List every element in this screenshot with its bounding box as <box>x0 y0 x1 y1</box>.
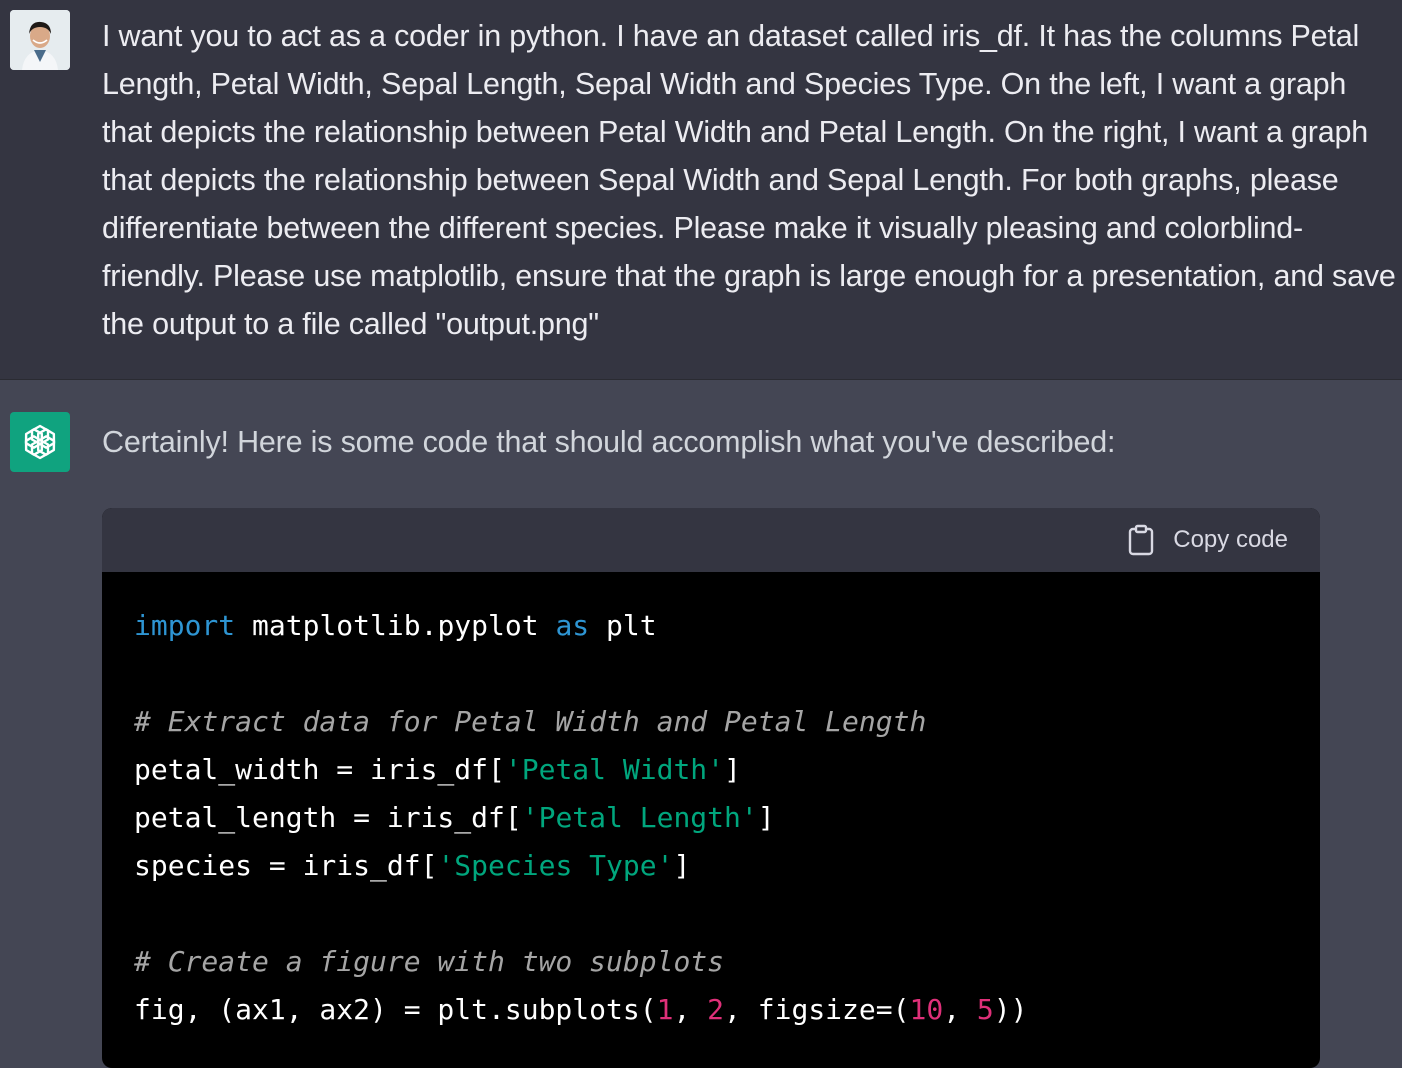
user-avatar <box>10 10 70 70</box>
code-text: species = iris_df[ <box>134 849 438 882</box>
code-text: petal_width = iris_df[ <box>134 753 505 786</box>
code-string: 'Petal Width' <box>504 753 725 786</box>
copy-code-label: Copy code <box>1173 526 1288 553</box>
code-line-4: petal_width = iris_df['Petal Width'] <box>134 746 1320 794</box>
code-text: plt <box>589 609 657 642</box>
code-number: 1 <box>656 993 674 1026</box>
assistant-message: Certainly! Here is some code that should… <box>0 380 1402 1068</box>
code-keyword: as <box>555 609 590 642</box>
code-line-6: species = iris_df['Species Type'] <box>134 842 1320 890</box>
code-line-9: fig, (ax1, ax2) = plt.subplots(1, 2, fig… <box>134 986 1320 1034</box>
clipboard-icon <box>1129 524 1154 556</box>
code-line-1: import matplotlib.pyplot as plt <box>134 602 1320 650</box>
user-avatar-photo <box>10 10 70 70</box>
code-line-5: petal_length = iris_df['Petal Length'] <box>134 794 1320 842</box>
code-number: 10 <box>909 993 944 1026</box>
code-string: 'Petal Length' <box>521 801 758 834</box>
code-text: ] <box>757 801 775 834</box>
code-text: petal_length = iris_df[ <box>134 801 522 834</box>
copy-code-button[interactable]: Copy code <box>1127 522 1288 558</box>
code-text: fig, (ax1, ax2) = plt.subplots( <box>134 993 657 1026</box>
code-content: import matplotlib.pyplot as plt # Extract… <box>102 572 1320 1034</box>
user-message-text: I want you to act as a coder in python. … <box>102 19 1396 341</box>
user-message: I want you to act as a coder in python. … <box>0 0 1402 380</box>
code-number: 5 <box>976 993 994 1026</box>
code-line-8: # Create a figure with two subplots <box>134 938 1320 986</box>
code-text: ] <box>724 753 741 786</box>
code-block-header: Copy code <box>102 508 1320 572</box>
code-string: 'Species Type' <box>437 849 674 882</box>
openai-logo-icon <box>24 424 56 460</box>
code-comment: # Extract data for Petal Width and Petal… <box>134 705 927 738</box>
code-text: ] <box>673 849 691 882</box>
assistant-avatar <box>10 412 70 472</box>
code-comment: # Create a figure with two subplots <box>134 945 725 978</box>
code-text: matplotlib.pyplot <box>235 609 556 642</box>
code-text: , <box>673 993 708 1026</box>
code-keyword: import <box>134 609 236 642</box>
code-text: , figsize=( <box>724 993 910 1026</box>
code-text: , <box>943 993 977 1026</box>
code-line-3: # Extract data for Petal Width and Petal… <box>134 698 1320 746</box>
code-text: )) <box>993 993 1028 1026</box>
code-number: 2 <box>707 993 725 1026</box>
code-block: Copy code import matplotlib.pyplot as pl… <box>102 508 1320 1068</box>
assistant-intro-text: Certainly! Here is some code that should… <box>102 425 1116 459</box>
